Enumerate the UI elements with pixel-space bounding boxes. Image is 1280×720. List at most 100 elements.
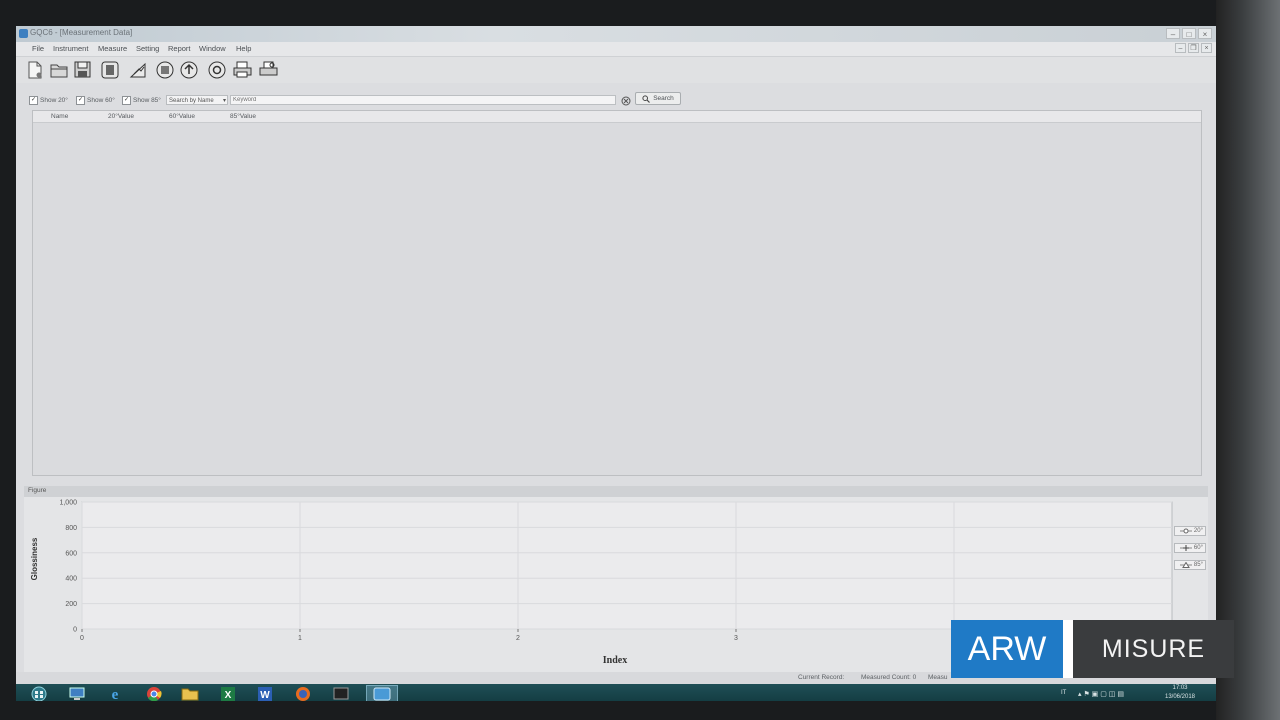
maximize-button[interactable]: □: [1182, 28, 1196, 39]
new-file-icon[interactable]: [24, 59, 45, 80]
toolbar: [16, 57, 1216, 83]
search-mode-select[interactable]: Search by Name ▾: [166, 95, 228, 105]
x-axis-label: Index: [603, 655, 627, 666]
upload-icon[interactable]: [154, 59, 175, 80]
child-close-button[interactable]: ×: [1201, 43, 1212, 53]
checkbox-20[interactable]: ✓: [29, 96, 38, 105]
status-current-record: Current Record:: [798, 674, 845, 681]
search-row: ✓ Show 20° ✓ Show 60° ✓ Show 85° Search …: [16, 88, 1216, 108]
network-icon[interactable]: [65, 685, 89, 701]
search-mode-value: Search by Name: [169, 98, 214, 104]
svg-text:X: X: [225, 690, 232, 701]
brand-logo-divider: [1063, 620, 1073, 678]
chevron-down-icon: ▾: [222, 98, 226, 104]
show-20-checkbox[interactable]: ✓ Show 20°: [29, 96, 68, 105]
legend-item-85[interactable]: 85°: [1174, 560, 1206, 570]
x-tick-label: 3: [734, 635, 738, 642]
terminal-icon[interactable]: [329, 685, 353, 701]
tray-language[interactable]: IT: [1061, 690, 1066, 696]
save-icon[interactable]: [72, 59, 93, 80]
brand-logo-arw: ARW: [951, 620, 1063, 678]
window-title: GQC6 - [Measurement Data]: [30, 28, 133, 37]
column-85-value[interactable]: 85°Value: [230, 113, 256, 120]
column-60-value[interactable]: 60°Value: [169, 113, 195, 120]
search-icon: [642, 94, 651, 103]
show-20-label: Show 20°: [40, 97, 68, 104]
checkbox-85[interactable]: ✓: [122, 96, 131, 105]
screen: GQC6 - [Measurement Data] – □ × File Ins…: [16, 26, 1216, 701]
print-icon[interactable]: [232, 59, 253, 80]
legend-item-20[interactable]: 20°: [1174, 526, 1206, 536]
menu-measure[interactable]: Measure: [98, 44, 127, 53]
y-tick-label: 600: [65, 550, 77, 557]
figure-panel-tab: Figure: [24, 486, 1208, 497]
y-tick-label: 800: [65, 525, 77, 532]
legend-label-60: 60°: [1193, 545, 1203, 551]
firefox-icon[interactable]: [291, 685, 315, 701]
folder-icon[interactable]: [178, 685, 202, 701]
word-icon[interactable]: W: [253, 685, 277, 701]
monitor-bezel: [1216, 0, 1280, 720]
column-name[interactable]: Name: [51, 113, 68, 120]
settings-icon[interactable]: [206, 59, 227, 80]
keyword-input[interactable]: [230, 95, 616, 105]
legend-label-20: 20°: [1193, 528, 1203, 534]
plot-area: [81, 501, 1173, 630]
menu-window[interactable]: Window: [199, 44, 226, 53]
open-folder-icon[interactable]: [48, 59, 69, 80]
y-tick-label: 1,000: [59, 500, 77, 507]
y-tick-label: 0: [73, 627, 77, 634]
close-button[interactable]: ×: [1198, 28, 1212, 39]
table-header: Name 20°Value 60°Value 85°Value: [33, 111, 1201, 123]
title-bar: GQC6 - [Measurement Data] – □ ×: [16, 26, 1216, 42]
x-tick-label: 0: [80, 635, 84, 642]
tray-date[interactable]: 13/06/2018: [1158, 694, 1202, 700]
instrument-icon[interactable]: [99, 59, 120, 80]
tray-icons[interactable]: ▴ ⚑ ▣ ▢ ◫ ▤: [1078, 690, 1124, 698]
tray-time[interactable]: 17:03: [1162, 685, 1198, 691]
menu-setting[interactable]: Setting: [136, 44, 159, 53]
svg-text:W: W: [260, 690, 270, 701]
ie-icon[interactable]: e: [103, 685, 127, 701]
brand-logo-misure: MISURE: [1073, 620, 1234, 678]
menu-bar: File Instrument Measure Setting Report W…: [16, 42, 1216, 57]
gqc6-app-icon[interactable]: [366, 685, 398, 701]
x-tick-label: 1: [298, 635, 302, 642]
menu-file[interactable]: File: [32, 44, 44, 53]
status-measured-count: Measured Count: 0: [861, 674, 917, 681]
child-restore-button[interactable]: ❐: [1188, 43, 1199, 53]
status-measured-tail: Measu: [928, 674, 948, 681]
column-20-value[interactable]: 20°Value: [108, 113, 134, 120]
print-preview-icon[interactable]: [258, 59, 279, 80]
figure-tab-label: Figure: [28, 487, 47, 494]
search-button-label: Search: [653, 95, 674, 102]
child-minimize-button[interactable]: –: [1175, 43, 1186, 53]
legend-marker-20-icon: [1179, 528, 1192, 534]
app-icon: [19, 29, 28, 38]
show-85-label: Show 85°: [133, 97, 161, 104]
data-table: Name 20°Value 60°Value 85°Value: [32, 110, 1202, 476]
clear-search-icon[interactable]: [621, 93, 631, 106]
show-60-checkbox[interactable]: ✓ Show 60°: [76, 96, 115, 105]
x-tick-label: 2: [516, 635, 520, 642]
chrome-icon[interactable]: [142, 685, 166, 701]
download-icon[interactable]: [178, 59, 199, 80]
show-85-checkbox[interactable]: ✓ Show 85°: [122, 96, 161, 105]
y-tick-label: 200: [65, 601, 77, 608]
legend-marker-85-icon: [1179, 562, 1192, 568]
excel-icon[interactable]: X: [216, 685, 240, 701]
legend-label-85: 85°: [1193, 562, 1203, 568]
search-button[interactable]: Search: [635, 92, 681, 105]
legend-item-60[interactable]: 60°: [1174, 543, 1206, 553]
taskbar: e X W IT ▴ ⚑ ▣ ▢ ◫ ▤ 17:03 13/06/2018: [16, 684, 1216, 701]
y-axis-label: Glossiness: [30, 537, 39, 580]
svg-text:e: e: [112, 687, 119, 701]
legend-marker-60-icon: [1179, 545, 1192, 551]
measure-icon[interactable]: [127, 59, 148, 80]
menu-help[interactable]: Help: [236, 44, 251, 53]
checkbox-60[interactable]: ✓: [76, 96, 85, 105]
start-orb-icon[interactable]: [27, 685, 51, 701]
menu-report[interactable]: Report: [168, 44, 191, 53]
menu-instrument[interactable]: Instrument: [53, 44, 88, 53]
minimize-button[interactable]: –: [1166, 28, 1180, 39]
